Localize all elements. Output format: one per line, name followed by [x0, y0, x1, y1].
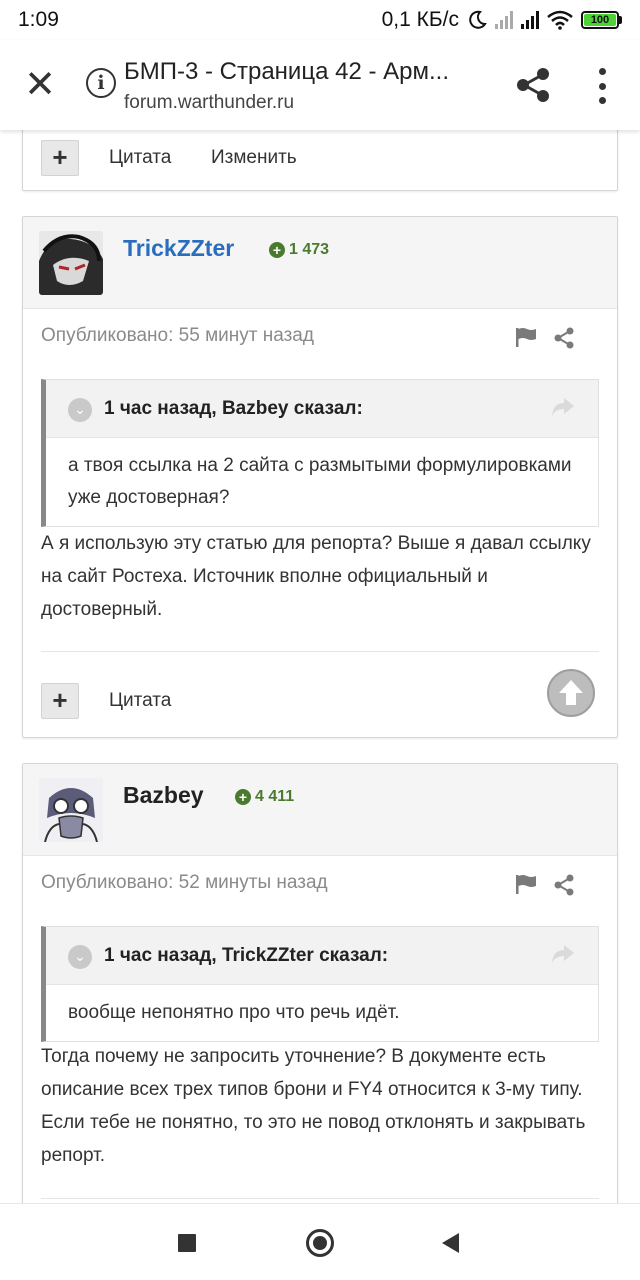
- forum-content: + Цитата Изменить TrickZZter +1 473 Опуб…: [0, 130, 640, 1203]
- divider: [41, 651, 599, 652]
- quote-citation[interactable]: 1 час назад, Bazbey сказал:: [104, 398, 363, 420]
- post-author-row: Bazbey +4 411: [23, 764, 617, 856]
- author-name[interactable]: Bazbey: [123, 782, 204, 809]
- reputation-badge: +1 473: [269, 241, 329, 259]
- plus-button[interactable]: +: [41, 683, 79, 719]
- quote-text: а твоя ссылка на 2 сайта с размытыми фор…: [68, 455, 572, 508]
- page-title: БМП-3 - Страница 42 - Арм...: [124, 58, 449, 85]
- flag-icon[interactable]: [515, 327, 537, 347]
- post-author-row: TrickZZter +1 473: [23, 217, 617, 309]
- back-icon[interactable]: [442, 1233, 459, 1253]
- home-icon[interactable]: [306, 1229, 334, 1257]
- system-nav-bar: [0, 1203, 640, 1280]
- chevron-down-icon[interactable]: ⌄: [68, 945, 92, 969]
- edit-button[interactable]: Изменить: [211, 147, 297, 169]
- post-meta: Опубликовано: 52 минуты назад: [23, 856, 617, 912]
- info-icon[interactable]: i: [86, 68, 116, 98]
- plus-circle-icon: +: [269, 242, 285, 258]
- quote-header: ⌄ 1 час назад, Bazbey сказал:: [46, 380, 598, 438]
- reply-arrow-icon[interactable]: [550, 396, 576, 418]
- divider: [41, 1198, 599, 1199]
- battery-level: 100: [584, 14, 616, 26]
- wifi-icon: [547, 10, 573, 30]
- quote-block: ⌄ 1 час назад, TrickZZter сказал: вообще…: [41, 926, 599, 1042]
- post-meta: Опубликовано: 55 минут назад: [23, 309, 617, 365]
- forum-post: Bazbey +4 411 Опубликовано: 52 минуты на…: [22, 763, 618, 1203]
- quote-text: вообще непонятно про что речь идёт.: [68, 1002, 400, 1023]
- post-date[interactable]: Опубликовано: 52 минуты назад: [41, 872, 328, 894]
- avatar[interactable]: [39, 778, 103, 842]
- status-time: 1:09: [18, 8, 59, 31]
- avatar[interactable]: [39, 231, 103, 295]
- forum-post: TrickZZter +1 473 Опубликовано: 55 минут…: [22, 216, 618, 738]
- arrow-up-icon: [559, 680, 583, 705]
- chevron-down-icon[interactable]: ⌄: [68, 398, 92, 422]
- post-date[interactable]: Опубликовано: 55 минут назад: [41, 325, 314, 347]
- signal-icon-2: [521, 11, 539, 29]
- plus-button[interactable]: +: [41, 140, 79, 176]
- share-icon[interactable]: [553, 327, 575, 349]
- reputation-count: 4 411: [255, 788, 295, 805]
- share-icon[interactable]: [553, 874, 575, 896]
- reputation-badge: +4 411: [235, 788, 294, 806]
- post-text: Тогда почему не запросить уточнение? В д…: [41, 1046, 586, 1166]
- post-text: А я использую эту статью для репорта? Вы…: [41, 533, 591, 620]
- status-bar: 1:09 0,1 КБ/с 100: [0, 0, 640, 40]
- quote-button[interactable]: Цитата: [109, 690, 171, 712]
- battery-icon: 100: [581, 11, 622, 29]
- recents-icon[interactable]: [178, 1234, 196, 1252]
- quote-block: ⌄ 1 час назад, Bazbey сказал: а твоя ссы…: [41, 379, 599, 527]
- reputation-count: 1 473: [289, 241, 330, 258]
- share-icon[interactable]: [514, 66, 552, 104]
- network-speed: 0,1 КБ/с: [381, 8, 459, 31]
- quote-button[interactable]: Цитата: [109, 147, 171, 169]
- quote-citation[interactable]: 1 час назад, TrickZZter сказал:: [104, 945, 388, 967]
- scroll-top-button[interactable]: [547, 669, 595, 717]
- reply-arrow-icon[interactable]: [550, 943, 576, 965]
- author-name[interactable]: TrickZZter: [123, 235, 234, 262]
- browser-toolbar: ✕ i БМП-3 - Страница 42 - Арм... forum.w…: [0, 40, 640, 130]
- plus-circle-icon: +: [235, 789, 251, 805]
- signal-icon: [495, 11, 513, 29]
- close-icon[interactable]: ✕: [20, 64, 60, 104]
- more-vert-icon[interactable]: [590, 68, 614, 104]
- quote-header: ⌄ 1 час назад, TrickZZter сказал:: [46, 927, 598, 985]
- flag-icon[interactable]: [515, 874, 537, 894]
- moon-icon: [469, 10, 487, 29]
- page-url[interactable]: forum.warthunder.ru: [124, 92, 294, 114]
- previous-post-footer: + Цитата Изменить: [22, 130, 618, 191]
